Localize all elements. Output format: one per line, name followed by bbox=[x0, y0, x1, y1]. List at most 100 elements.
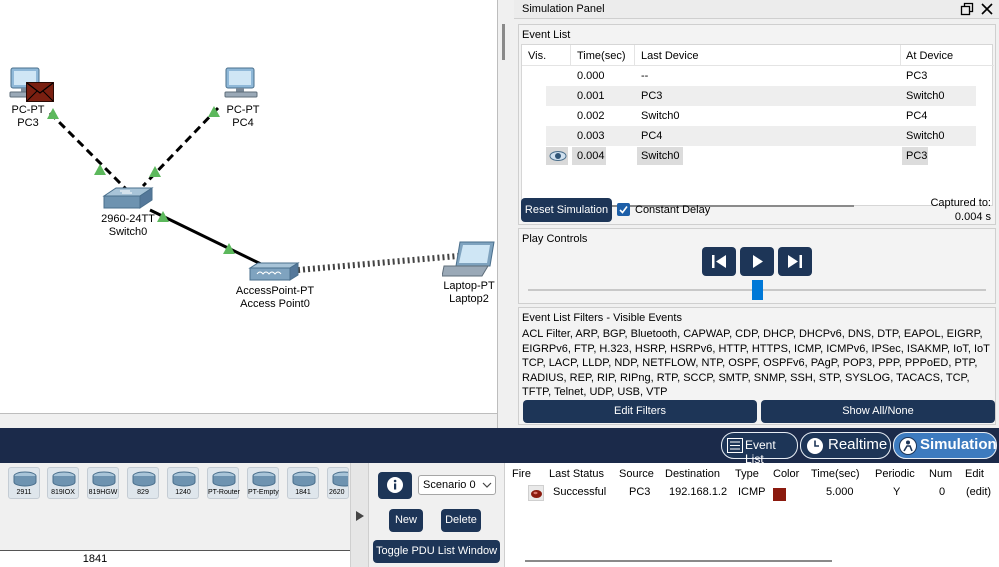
reset-simulation-button[interactable]: Reset Simulation bbox=[521, 198, 612, 222]
column-header: Time(sec) bbox=[811, 468, 860, 480]
wireless-link-ap0-laptop2 bbox=[297, 253, 459, 273]
device-type-label: PC-PT bbox=[11, 104, 45, 116]
edit-filters-button[interactable]: Edit Filters bbox=[523, 400, 757, 423]
access-point0-label: AccessPoint-PT Access Point0 bbox=[232, 285, 318, 311]
column-header: Source bbox=[619, 468, 654, 480]
link-pc3-switch0[interactable] bbox=[48, 111, 129, 192]
fire-cell[interactable] bbox=[528, 485, 544, 501]
scenario-select[interactable]: Scenario 0 bbox=[418, 475, 496, 495]
event-list-icon bbox=[727, 438, 743, 453]
column-divider bbox=[570, 45, 571, 66]
device-tile-2911[interactable]: 2911 bbox=[8, 467, 40, 499]
pdu-envelope-icon[interactable] bbox=[26, 82, 54, 102]
show-all-none-button[interactable]: Show All/None bbox=[761, 400, 995, 423]
realtime-mode-label: Realtime bbox=[828, 436, 888, 453]
column-divider bbox=[634, 45, 635, 66]
eye-icon[interactable] bbox=[549, 149, 567, 163]
link-status-up-icon bbox=[223, 243, 235, 254]
step-forward-icon bbox=[788, 255, 802, 268]
pc4-device[interactable] bbox=[222, 66, 262, 106]
strip-scroll-arrow[interactable] bbox=[350, 463, 368, 567]
pdu-edit-link[interactable]: (edit) bbox=[966, 486, 991, 498]
event-filters-group: Event List Filters - Visible Events ACL … bbox=[518, 307, 996, 425]
device-type-label: AccessPoint-PT bbox=[235, 285, 315, 297]
event-time: 0.003 bbox=[577, 130, 605, 142]
access-point0-device[interactable] bbox=[248, 262, 300, 282]
event-time: 0.004 bbox=[577, 150, 605, 162]
pdu-type: ICMP bbox=[738, 486, 766, 498]
constant-delay-checkbox[interactable] bbox=[617, 203, 630, 216]
event-last-device: Switch0 bbox=[641, 110, 680, 122]
restore-window-icon[interactable] bbox=[960, 2, 974, 16]
event-row[interactable]: 0.000 -- PC3 bbox=[522, 66, 994, 86]
device-name-label: PC3 bbox=[17, 117, 39, 129]
switch-icon bbox=[102, 187, 154, 209]
column-header: Time(sec) bbox=[577, 50, 626, 62]
event-row[interactable]: 0.002 Switch0 PC4 bbox=[522, 106, 994, 126]
checkmark-icon bbox=[619, 206, 628, 214]
device-name-label: PC4 bbox=[232, 117, 254, 129]
delete-scenario-button[interactable]: Delete bbox=[441, 509, 481, 532]
play-button[interactable] bbox=[740, 247, 774, 276]
switch0-device[interactable] bbox=[102, 186, 154, 212]
laptop2-device[interactable] bbox=[441, 240, 496, 278]
column-header: Fire bbox=[512, 468, 531, 480]
column-header: Type bbox=[735, 468, 759, 480]
link-switch0-ap0[interactable] bbox=[149, 208, 266, 268]
device-type-label: 2960-24TT bbox=[101, 213, 155, 225]
selected-device-name-bar: 1841 bbox=[0, 550, 350, 567]
pdu-row[interactable]: Successful PC3 192.168.1.2 ICMP 5.000 Y … bbox=[505, 483, 999, 503]
new-scenario-button[interactable]: New bbox=[389, 509, 423, 532]
column-header: Color bbox=[773, 468, 800, 480]
network-workspace[interactable]: PC-PT PC3 PC-PT PC4 2960-24TT Switch0 Ac… bbox=[0, 0, 497, 413]
device-name-label: Laptop2 bbox=[449, 293, 489, 305]
captured-to-value: 0.004 s bbox=[954, 211, 991, 223]
pc3-device[interactable] bbox=[8, 66, 54, 106]
link-status-up-icon bbox=[94, 164, 106, 175]
device-tile-819iox[interactable]: 819IOX bbox=[47, 467, 79, 499]
device-tile-label: 829 bbox=[137, 489, 149, 496]
workspace-horizontal-scrollbar[interactable] bbox=[0, 413, 497, 428]
event-list-header: Vis. Time(sec) Last Device At Device bbox=[522, 45, 994, 66]
pdu-table-scrollbar-thumb[interactable] bbox=[525, 560, 832, 562]
device-tile-1841[interactable]: 1841 bbox=[287, 467, 319, 499]
toggle-pdu-list-button[interactable]: Toggle PDU List Window bbox=[373, 540, 500, 563]
device-tile-819hgw[interactable]: 819HGW bbox=[87, 467, 119, 499]
chevron-down-icon bbox=[482, 482, 492, 488]
device-name-label: Access Point0 bbox=[240, 298, 310, 310]
scenario-info-button[interactable] bbox=[378, 472, 412, 499]
scrollbar-thumb[interactable] bbox=[502, 24, 505, 60]
event-list-toggle-button[interactable]: Event List bbox=[721, 432, 798, 466]
clock-icon bbox=[806, 437, 824, 455]
realtime-mode-button[interactable]: Realtime bbox=[800, 432, 891, 459]
scenario-controls: Scenario 0 New Delete Toggle PDU List Wi… bbox=[368, 463, 504, 567]
simulation-mode-label: Simulation bbox=[920, 436, 997, 453]
selected-device-name: 1841 bbox=[82, 553, 108, 565]
device-tile-pt-empty[interactable]: PT-Empty bbox=[247, 467, 279, 499]
device-tile-label: 2911 bbox=[16, 489, 32, 496]
step-forward-button[interactable] bbox=[778, 247, 812, 276]
device-selection-box: 2911 819IOX 819HGW 829 1240 PT-Router PT… bbox=[0, 463, 350, 567]
event-at-device: Switch0 bbox=[906, 130, 945, 142]
column-header: Last Device bbox=[641, 50, 699, 62]
device-tile-pt-router[interactable]: PT-Router bbox=[207, 467, 240, 499]
step-back-button[interactable] bbox=[702, 247, 736, 276]
event-row[interactable]: 0.001 PC3 Switch0 bbox=[522, 86, 994, 106]
close-icon[interactable] bbox=[980, 2, 994, 16]
event-row-current[interactable]: 0.004 Switch0 PC3 bbox=[522, 146, 994, 166]
device-tile-829[interactable]: 829 bbox=[127, 467, 159, 499]
user-created-pdu-table: Fire Last Status Source Destination Type… bbox=[504, 463, 999, 567]
simulation-mode-button[interactable]: Simulation bbox=[893, 432, 997, 459]
simulation-panel: Simulation Panel Event List Vis. Time(se… bbox=[514, 0, 999, 428]
event-list-table: Vis. Time(sec) Last Device At Device 0.0… bbox=[521, 44, 994, 207]
pdu-last-status: Successful bbox=[553, 486, 607, 498]
event-time: 0.001 bbox=[577, 90, 605, 102]
column-header: Vis. bbox=[528, 50, 547, 62]
column-header: Num bbox=[929, 468, 953, 480]
event-row[interactable]: 0.003 PC4 Switch0 bbox=[522, 126, 994, 146]
device-tile-1240[interactable]: 1240 bbox=[167, 467, 199, 499]
device-tile-2620[interactable]: 2620 bbox=[327, 467, 349, 499]
topology-links bbox=[47, 106, 459, 273]
play-speed-slider-handle[interactable] bbox=[752, 280, 763, 300]
workspace-vertical-scrollbar[interactable] bbox=[497, 0, 514, 428]
